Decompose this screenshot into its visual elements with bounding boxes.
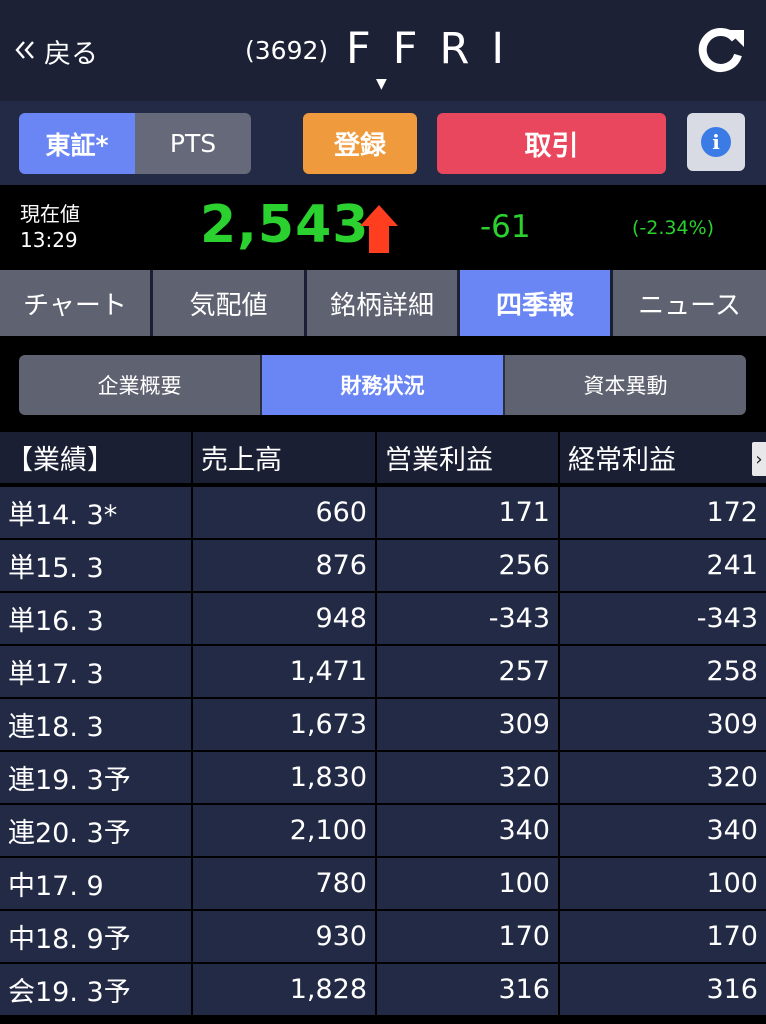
- period-cell: 中18. 9予: [0, 911, 191, 962]
- header-cell: 営業利益: [377, 432, 558, 483]
- operating-profit-cell: 100: [377, 858, 558, 909]
- operating-profit-cell: -343: [377, 593, 558, 644]
- tab-details[interactable]: 銘柄詳細: [307, 270, 460, 336]
- price-label: 現在値: [20, 202, 80, 226]
- refresh-icon[interactable]: [694, 24, 748, 78]
- subtab-company-overview[interactable]: 企業概要: [19, 355, 262, 415]
- subtab-financials[interactable]: 財務状況: [262, 355, 505, 415]
- sales-cell: 876: [193, 540, 375, 591]
- action-bar: 東証* PTS 登録 取引 i: [0, 101, 766, 185]
- period-cell: 中17. 9: [0, 858, 191, 909]
- info-button[interactable]: i: [687, 113, 745, 171]
- back-label: 戻る: [44, 39, 98, 70]
- ordinary-profit-cell: 258: [560, 646, 766, 697]
- operating-profit-cell: 340: [377, 805, 558, 856]
- tab-shikiho[interactable]: 四季報: [460, 270, 613, 336]
- period-cell: 単15. 3: [0, 540, 191, 591]
- sales-cell: 930: [193, 911, 375, 962]
- results-table[interactable]: 【業績】 売上高 営業利益 経常利益 › 単14. 3* 660 171 172…: [0, 432, 766, 1024]
- sales-cell: 660: [193, 487, 375, 538]
- ordinary-profit-cell: 170: [560, 911, 766, 962]
- stock-code: (3692): [245, 36, 329, 65]
- sales-cell: 1,673: [193, 699, 375, 750]
- sales-cell: 1,828: [193, 964, 375, 1015]
- operating-profit-cell: 170: [377, 911, 558, 962]
- market-option-tse[interactable]: 東証*: [19, 113, 135, 174]
- period-cell: 連18. 3: [0, 699, 191, 750]
- ordinary-profit-cell: 320: [560, 752, 766, 803]
- info-icon: i: [701, 127, 731, 157]
- scroll-right-icon[interactable]: ›: [752, 442, 766, 476]
- tab-chart[interactable]: チャート: [0, 270, 153, 336]
- market-toggle: 東証* PTS: [19, 113, 251, 174]
- current-price: 2,543: [200, 195, 370, 255]
- sales-cell: 948: [193, 593, 375, 644]
- period-cell: 会19. 3予: [0, 964, 191, 1015]
- table-row: 連19. 3予 1,830 320 320: [0, 752, 766, 805]
- arrow-up-icon: [356, 201, 402, 257]
- main-tabs: チャート 気配値 銘柄詳細 四季報 ニュース: [0, 270, 766, 336]
- table-row: 連18. 3 1,673 309 309: [0, 699, 766, 752]
- app-header: 戻る (3692) FFRI ▼: [0, 0, 766, 101]
- operating-profit-cell: 257: [377, 646, 558, 697]
- subtab-area: 企業概要 財務状況 資本異動: [0, 336, 766, 432]
- table-row: 単17. 3 1,471 257 258: [0, 646, 766, 699]
- header-cell: 売上高: [193, 432, 375, 483]
- subtab-capital-changes[interactable]: 資本異動: [505, 355, 746, 415]
- sales-cell: 1,471: [193, 646, 375, 697]
- operating-profit-cell: 320: [377, 752, 558, 803]
- ordinary-profit-cell: 172: [560, 487, 766, 538]
- ordinary-profit-cell: 241: [560, 540, 766, 591]
- period-cell: 単17. 3: [0, 646, 191, 697]
- table-row: 連20. 3予 2,100 340 340: [0, 805, 766, 858]
- ordinary-profit-cell: 309: [560, 699, 766, 750]
- header-cell: 経常利益: [560, 432, 766, 483]
- double-chevron-left-icon: [14, 36, 36, 67]
- ordinary-profit-cell: 316: [560, 964, 766, 1015]
- price-change: -61: [480, 209, 531, 245]
- ordinary-profit-cell: -343: [560, 593, 766, 644]
- sales-cell: 1,830: [193, 752, 375, 803]
- operating-profit-cell: 309: [377, 699, 558, 750]
- period-cell: 連20. 3予: [0, 805, 191, 856]
- market-option-pts[interactable]: PTS: [135, 113, 251, 174]
- ordinary-profit-cell: 100: [560, 858, 766, 909]
- operating-profit-cell: 316: [377, 964, 558, 1015]
- tab-news[interactable]: ニュース: [613, 270, 766, 336]
- sub-tabs: 企業概要 財務状況 資本異動: [19, 355, 746, 415]
- period-cell: 連19. 3予: [0, 752, 191, 803]
- operating-profit-cell: 171: [377, 487, 558, 538]
- table-header: 【業績】 売上高 営業利益 経常利益 ›: [0, 432, 766, 485]
- register-button[interactable]: 登録: [303, 113, 417, 174]
- sales-cell: 780: [193, 858, 375, 909]
- tab-quotes[interactable]: 気配値: [153, 270, 307, 336]
- period-cell: 単14. 3*: [0, 487, 191, 538]
- stock-name[interactable]: FFRI: [346, 24, 526, 74]
- caret-down-icon[interactable]: ▼: [376, 76, 387, 92]
- price-panel: 現在値 13:29 2,543 -61 (-2.34%): [0, 185, 766, 270]
- table-row: 単16. 3 948 -343 -343: [0, 593, 766, 646]
- back-button[interactable]: 戻る: [14, 32, 98, 71]
- price-time: 13:29: [20, 228, 78, 252]
- table-row: 中18. 9予 930 170 170: [0, 911, 766, 964]
- period-cell: 単16. 3: [0, 593, 191, 644]
- table-row: 単14. 3* 660 171 172: [0, 487, 766, 540]
- table-row: 単15. 3 876 256 241: [0, 540, 766, 593]
- header-cell: 【業績】: [0, 432, 191, 483]
- ordinary-profit-cell: 340: [560, 805, 766, 856]
- table-row: 中17. 9 780 100 100: [0, 858, 766, 911]
- price-change-percent: (-2.34%): [632, 217, 715, 239]
- operating-profit-cell: 256: [377, 540, 558, 591]
- trade-button[interactable]: 取引: [437, 113, 666, 174]
- sales-cell: 2,100: [193, 805, 375, 856]
- table-row: 会19. 3予 1,828 316 316: [0, 964, 766, 1017]
